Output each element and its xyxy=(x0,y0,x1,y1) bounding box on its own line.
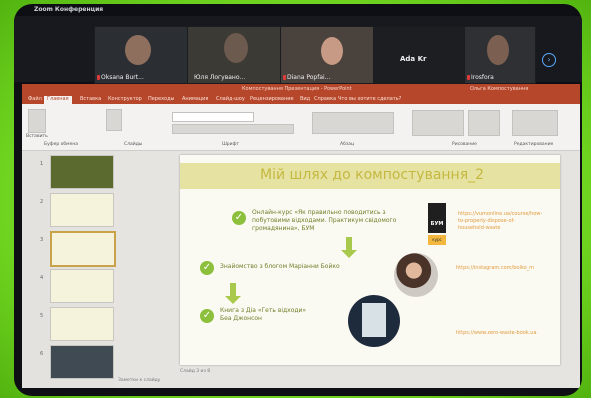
book-cover-photo xyxy=(348,295,400,347)
blogger-photo xyxy=(394,253,438,297)
bum-logo: БУМ xyxy=(428,203,446,233)
tab-design[interactable]: Конструктор xyxy=(108,96,142,102)
list-item-3[interactable]: Книга з Діа «Геть відходи» Беа Джонсон xyxy=(220,307,360,323)
participant-name: Oksana Burt... xyxy=(101,74,144,81)
drawing-group-label: Рисование xyxy=(452,142,477,147)
slide-thumbnails-pane: 1 2 3 4 5 6 xyxy=(22,151,116,388)
tab-review[interactable]: Рецензирование xyxy=(250,96,294,102)
ribbon: Вставить Буфер обмена Слайды Шрифт Абзац… xyxy=(22,104,580,151)
powerpoint-window: Компостування Презентация - PowerPoint О… xyxy=(22,84,580,388)
title-bar: Компостування Презентация - PowerPoint О… xyxy=(22,84,580,95)
list-item-2[interactable]: Знайомство з блогом Маріанни Бойко xyxy=(220,263,390,271)
participant-name: Irosfora xyxy=(471,74,494,81)
thumbnail-number: 1 xyxy=(40,161,44,167)
check-icon: ✓ xyxy=(200,309,214,323)
slide-thumbnail-1[interactable] xyxy=(50,155,114,189)
zoom-window-title: Zoom Конференция xyxy=(34,6,104,13)
find-replace-buttons[interactable] xyxy=(512,110,558,136)
tab-animations[interactable]: Анимация xyxy=(182,96,208,102)
slide-thumbnail-5[interactable] xyxy=(50,307,114,341)
slides-group-label: Слайды xyxy=(124,142,143,147)
participant-face xyxy=(321,37,343,65)
slide-canvas[interactable]: Мій шлях до компостування_2 ✓ Онлайн-кур… xyxy=(180,155,560,365)
participant-tile-2[interactable]: Юля Логувано... xyxy=(187,26,281,84)
participant-tile-1[interactable]: Oksana Burt... xyxy=(94,26,188,84)
arrange-button[interactable] xyxy=(468,110,500,136)
user-name[interactable]: Ольга Компостування xyxy=(470,86,528,92)
participant-tile-5[interactable]: Irosfora xyxy=(464,26,536,84)
participant-name: Юля Логувано... xyxy=(194,74,246,81)
thumbnail-number: 4 xyxy=(40,275,44,281)
tab-transitions[interactable]: Переходы xyxy=(148,96,175,102)
slide-thumbnail-4[interactable] xyxy=(50,269,114,303)
participant-name: Diana Popfai... xyxy=(287,74,331,81)
shapes-gallery[interactable] xyxy=(412,110,464,136)
font-name-dropdown[interactable] xyxy=(172,112,254,122)
next-page-icon[interactable]: › xyxy=(542,53,556,67)
thumbnail-number: 6 xyxy=(40,351,44,357)
course-link[interactable]: https://vumonline.ua/course/how-to-prope… xyxy=(458,211,542,232)
participant-face xyxy=(487,35,509,65)
tab-view[interactable]: Вид xyxy=(300,96,310,102)
muted-mic-icon xyxy=(283,75,286,80)
status-bar: Слайд 3 из 8 xyxy=(180,369,211,374)
tab-help[interactable]: Справка xyxy=(314,96,336,102)
ribbon-tabs: Файл Главная Вставка Конструктор Переход… xyxy=(22,95,580,104)
paragraph-buttons[interactable] xyxy=(312,112,394,134)
book-cover xyxy=(362,303,386,337)
down-arrow-icon xyxy=(225,283,241,304)
participant-tile-3[interactable]: Diana Popfai... xyxy=(280,26,374,84)
paste-icon[interactable] xyxy=(28,109,46,133)
new-slide-icon[interactable] xyxy=(106,109,122,131)
participant-tile-4[interactable]: Ada Kr xyxy=(373,26,465,84)
slide-title[interactable]: Мій шлях до компостування_2 xyxy=(260,167,484,183)
font-group-label: Шрифт xyxy=(222,142,240,147)
list-item-1[interactable]: Онлайн-курс «Як правильно поводитись з п… xyxy=(252,209,422,233)
book-link[interactable]: https://www.zero-waste-book.ua xyxy=(456,330,537,336)
participant-name: Ada Kr xyxy=(400,55,427,63)
tab-home[interactable]: Главная xyxy=(44,96,72,104)
slide-thumbnail-3[interactable] xyxy=(50,231,116,267)
tab-file[interactable]: Файл xyxy=(28,96,42,102)
monitor-screen: Zoom Конференция Oksana Burt... Юля Логу… xyxy=(14,4,582,396)
slide-thumbnail-2[interactable] xyxy=(50,193,114,227)
tell-me-search[interactable]: Что вы хотите сделать? xyxy=(338,96,401,102)
font-format-buttons[interactable] xyxy=(172,124,294,134)
thumbnail-number: 3 xyxy=(40,237,44,243)
check-icon: ✓ xyxy=(232,211,246,225)
clipboard-group-label: Буфер обмена xyxy=(44,142,79,147)
paragraph-group-label: Абзац xyxy=(340,142,355,147)
course-tag: курс xyxy=(428,235,446,245)
blog-link[interactable]: https://instagram.com/boiko_m xyxy=(456,265,534,271)
participant-face xyxy=(125,35,151,65)
muted-mic-icon xyxy=(97,75,100,80)
down-arrow-icon xyxy=(341,237,357,258)
slide-thumbnail-6[interactable] xyxy=(50,345,114,379)
thumbnail-number: 2 xyxy=(40,199,44,205)
tab-insert[interactable]: Вставка xyxy=(80,96,101,102)
tab-slideshow[interactable]: Слайд-шоу xyxy=(216,96,245,102)
muted-mic-icon xyxy=(467,75,470,80)
participant-face xyxy=(224,33,248,63)
check-icon: ✓ xyxy=(200,261,214,275)
notes-bar[interactable]: Заметки к слайду xyxy=(118,378,160,383)
editing-group-label: Редактирование xyxy=(514,142,554,147)
paste-button[interactable]: Вставить xyxy=(26,134,48,139)
bum-logo-text: БУМ xyxy=(430,221,444,227)
window-title: Компостування Презентация - PowerPoint xyxy=(242,86,352,92)
thumbnail-number: 5 xyxy=(40,313,44,319)
screen-photo-frame: Zoom Конференция Oksana Burt... Юля Логу… xyxy=(0,0,591,398)
